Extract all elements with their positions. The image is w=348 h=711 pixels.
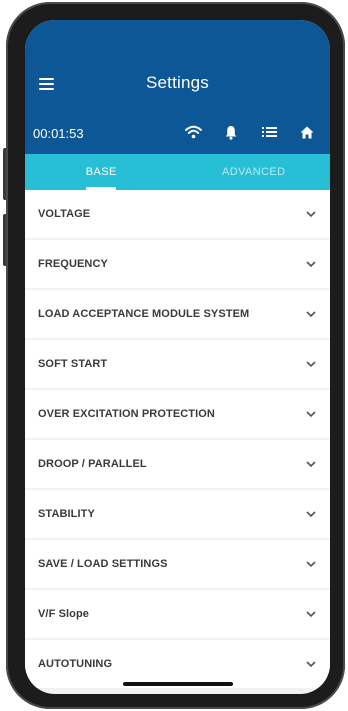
chevron-down-icon <box>306 260 316 267</box>
header-actions <box>184 123 316 141</box>
section-vf-slope[interactable]: V/F Slope <box>25 590 330 638</box>
chevron-down-icon <box>306 360 316 367</box>
settings-list: VOLTAGE FREQUENCY LOAD ACCEPTANCE MODULE… <box>25 190 330 694</box>
section-label: SAVE / LOAD SETTINGS <box>38 558 168 570</box>
section-voltage[interactable]: VOLTAGE <box>25 190 330 238</box>
elapsed-time: 00:01:53 <box>33 126 84 141</box>
section-label: LOAD ACCEPTANCE MODULE SYSTEM <box>38 308 250 320</box>
list-icon[interactable] <box>260 123 278 141</box>
section-droop-parallel[interactable]: DROOP / PARALLEL <box>25 440 330 488</box>
section-stability[interactable]: STABILITY <box>25 490 330 538</box>
section-soft-start[interactable]: SOFT START <box>25 340 330 388</box>
section-label: SOFT START <box>38 358 108 370</box>
chevron-down-icon <box>306 610 316 617</box>
section-load-acceptance[interactable]: LOAD ACCEPTANCE MODULE SYSTEM <box>25 290 330 338</box>
tab-advanced[interactable]: ADVANCED <box>178 154 331 190</box>
section-over-excitation[interactable]: OVER EXCITATION PROTECTION <box>25 390 330 438</box>
chevron-down-icon <box>306 460 316 467</box>
section-label: OVER EXCITATION PROTECTION <box>38 408 215 420</box>
chevron-down-icon <box>306 210 316 217</box>
bell-icon[interactable] <box>222 123 240 141</box>
app-screen: Settings 00:01:53 BASE ADVANCED VOLTAGE … <box>25 20 330 694</box>
wifi-icon[interactable] <box>184 123 202 141</box>
section-save-load[interactable]: SAVE / LOAD SETTINGS <box>25 540 330 588</box>
chevron-down-icon <box>306 410 316 417</box>
section-label: V/F Slope <box>38 608 90 620</box>
chevron-down-icon <box>306 560 316 567</box>
section-label: VOLTAGE <box>38 208 91 220</box>
section-label: DROOP / PARALLEL <box>38 458 147 470</box>
tab-bar: BASE ADVANCED <box>25 154 330 190</box>
phone-frame: Settings 00:01:53 BASE ADVANCED VOLTAGE … <box>6 2 345 709</box>
chevron-down-icon <box>306 660 316 667</box>
section-autotuning[interactable]: AUTOTUNING <box>25 640 330 688</box>
chevron-down-icon <box>306 510 316 517</box>
home-icon[interactable] <box>298 123 316 141</box>
home-indicator[interactable] <box>122 682 233 686</box>
section-label: STABILITY <box>38 508 95 520</box>
app-header: Settings 00:01:53 <box>25 20 330 154</box>
chevron-down-icon <box>306 310 316 317</box>
page-title: Settings <box>145 73 210 92</box>
section-label: AUTOTUNING <box>38 658 113 670</box>
section-label: FREQUENCY <box>38 258 108 270</box>
tab-base[interactable]: BASE <box>25 154 178 190</box>
section-frequency[interactable]: FREQUENCY <box>25 240 330 288</box>
